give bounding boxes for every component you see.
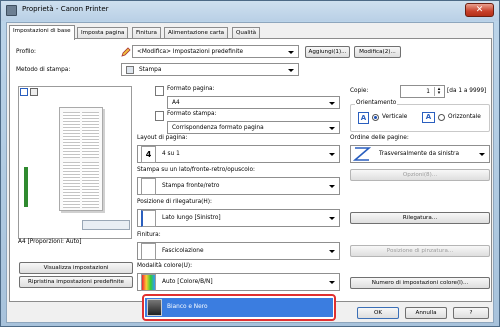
landscape-label: Orizzontale [448,114,481,120]
chevron-down-icon [329,217,335,220]
duplex-icon [141,178,156,195]
color-settings-button[interactable]: Numero di impostazioni colore(I)... [350,277,490,289]
output-size-value: Corrispondenza formato pagina [172,125,264,131]
profile-value: <Modifica> Impostazioni predefinite [137,49,244,55]
page-thumbnail-4 [82,162,99,208]
page-thumbnail-3 [63,162,80,208]
dialog-client-area: Impostazioni di base Imposta pagina Fini… [6,22,494,323]
copies-input[interactable]: 1 ▴ ▾ [400,85,445,98]
binding-button[interactable]: Rilegatura... [350,212,490,224]
edit-profile-button[interactable]: Modifica(2)... [354,46,401,58]
output-method-select[interactable]: Stampa [121,63,299,76]
color-mode-label: Modalità colore(U): [137,263,193,269]
page-order-select[interactable]: Trasversalmente da sinistra [350,145,490,163]
chevron-down-icon [288,51,294,54]
printer-icon [6,5,17,16]
window-title: Proprietà - Canon Printer [22,5,109,13]
output-size-select[interactable]: Corrispondenza formato pagina [167,121,340,134]
page-size-label: Formato pagina: [167,86,215,92]
page-size-value: A4 [172,100,180,106]
finishing-icons [82,220,130,230]
cancel-button[interactable]: Annulla [405,307,447,319]
portrait-label: Verticale [382,114,408,120]
preview-page [59,107,103,211]
binding-indicator [24,167,28,207]
help-button[interactable]: ? [453,307,489,319]
view-settings-button[interactable]: Visualizza impostazioni [19,262,133,274]
printer-small-icon [126,66,134,74]
preview-mode-icon[interactable] [20,88,28,96]
bw-icon [147,299,162,316]
page-order-label: Ordine delle pagine: [350,135,409,141]
page-layout-label: Layout di pagina: [137,135,188,141]
page-layout-select[interactable]: 4 4 su 1 [137,145,340,163]
duplex-value: Stampa fronte/retro [162,183,220,189]
chevron-down-icon [479,153,485,156]
print-preview [18,86,132,239]
ok-button[interactable]: OK [357,307,399,319]
output-size-label: Formato stampa: [167,111,217,117]
copies-value: 1 [426,89,430,95]
copies-range: [da 1 a 9999] [447,88,487,94]
basic-settings-panel: Profilo: <Modifica> Impostazioni predefi… [9,38,492,302]
orientation-label: Orientamento [355,100,398,106]
duplex-label: Stampa su un lato/fronte-retro/opuscolo: [137,167,255,173]
tab-basic-settings[interactable]: Impostazioni di base [9,25,75,40]
binding-label: Posizione di rilegatura(H): [137,199,213,205]
add-profile-button[interactable]: Aggiungi(1)... [305,46,350,58]
landscape-icon: A [422,112,435,123]
chevron-down-icon [329,281,335,284]
page-order-value: Trasversalmente da sinistra [379,151,459,157]
chevron-down-icon [288,69,294,72]
color-mode-dropdown: Bianco e Nero [142,294,336,321]
color-mode-select[interactable]: Auto [Colore/B/N] [137,273,340,291]
page-thumbnail-2 [82,112,99,158]
staple-position-button[interactable]: Posizione di pinzatura... [350,245,490,257]
close-button[interactable]: ✕ [465,3,494,17]
page-layout-value: 4 su 1 [162,151,180,157]
page-thumbnail-1 [63,112,80,158]
binding-select[interactable]: Lato lungo [Sinistro] [137,209,340,227]
chevron-down-icon [329,250,335,253]
preview-caption: A4 [Proporzioni: Auto] [18,239,82,245]
color-mode-value: Auto [Colore/B/N] [162,279,213,285]
preview-mode-icon-2[interactable] [30,88,38,96]
portrait-icon: A [358,112,369,124]
page-order-icon [352,146,372,162]
color-mode-icon [141,274,156,291]
collate-icon [141,243,156,260]
profile-label: Profilo: [16,49,36,55]
bw-option-label: Bianco e Nero [167,304,208,310]
landscape-radio[interactable] [438,114,445,121]
chevron-down-icon [329,153,335,156]
output-method-label: Metodo di stampa: [16,67,71,73]
output-size-icon [155,111,164,121]
duplex-select[interactable]: Stampa fronte/retro [137,177,340,195]
page-size-select[interactable]: A4 [167,96,340,109]
restore-defaults-button[interactable]: Ripristina impostazioni predefinite [19,276,133,288]
profile-select[interactable]: <Modifica> Impostazioni predefinite [132,45,299,58]
page-layout-icon: 4 [141,146,156,163]
finishing-value: Fascicolazione [162,248,204,254]
chevron-down-icon [329,185,335,188]
pencil-icon [121,47,131,57]
finishing-select[interactable]: Fascicolazione [137,242,340,260]
binding-value: Lato lungo [Sinistro] [162,215,221,221]
finishing-label: Finitura: [137,232,161,238]
copies-label: Copie: [350,88,369,94]
copies-spinner[interactable]: ▴ ▾ [434,87,443,96]
portrait-radio[interactable] [372,114,379,121]
chevron-down-icon [329,127,335,130]
binding-icon [141,210,156,227]
color-mode-option-bw[interactable]: Bianco e Nero [145,298,333,317]
printer-properties-window: Proprietà - Canon Printer ✕ Impostazioni… [0,0,500,327]
page-order-options-button[interactable]: Opzioni(8)... [350,169,490,181]
chevron-down-icon [329,102,335,105]
page-size-icon [155,86,164,96]
output-method-value: Stampa [139,67,162,73]
title-bar[interactable]: Proprietà - Canon Printer ✕ [1,1,499,21]
